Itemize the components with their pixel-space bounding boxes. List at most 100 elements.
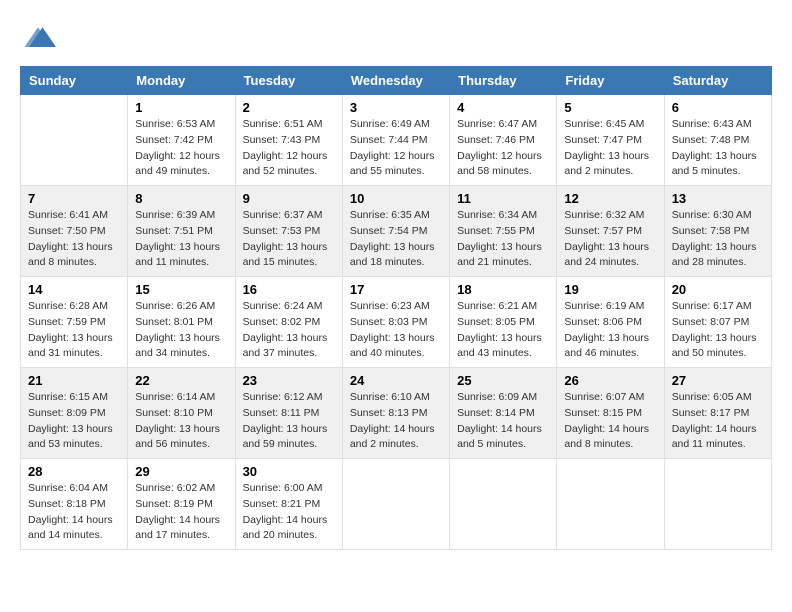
day-number: 8 (135, 191, 227, 206)
day-detail: Sunrise: 6:23 AMSunset: 8:03 PMDaylight:… (350, 299, 442, 362)
day-detail: Sunrise: 6:26 AMSunset: 8:01 PMDaylight:… (135, 299, 227, 362)
calendar-cell: 24Sunrise: 6:10 AMSunset: 8:13 PMDayligh… (342, 368, 449, 459)
calendar-cell: 23Sunrise: 6:12 AMSunset: 8:11 PMDayligh… (235, 368, 342, 459)
calendar-cell: 19 Sunrise: 6:19 AMSunset: 8:06 PMDayligh… (557, 277, 664, 368)
day-number: 21 (28, 373, 120, 388)
day-number: 19 (564, 282, 656, 297)
day-number: 20 (672, 282, 764, 297)
page-header (20, 20, 772, 56)
calendar-header-row: SundayMondayTuesdayWednesdayThursdayFrid… (21, 67, 772, 95)
calendar-cell (664, 459, 771, 550)
day-number: 18 (457, 282, 549, 297)
logo (20, 20, 60, 56)
calendar-cell: 2Sunrise: 6:51 AMSunset: 7:43 PMDaylight… (235, 95, 342, 186)
calendar-body: 1 Sunrise: 6:53 AMSunset: 7:42 PMDaylight… (21, 95, 772, 550)
day-number: 27 (672, 373, 764, 388)
day-detail: Sunrise: 6:05 AMSunset: 8:17 PMDaylight:… (672, 390, 764, 453)
weekday-header-monday: Monday (128, 67, 235, 95)
day-number: 12 (564, 191, 656, 206)
day-number: 6 (672, 100, 764, 115)
calendar-week-row: 1 Sunrise: 6:53 AMSunset: 7:42 PMDaylight… (21, 95, 772, 186)
day-detail: Sunrise: 6:53 AMSunset: 7:42 PMDaylight:… (135, 117, 227, 180)
calendar-cell: 7 Sunrise: 6:41 AMSunset: 7:50 PMDaylight… (21, 186, 128, 277)
weekday-header-friday: Friday (557, 67, 664, 95)
calendar-cell: 1 Sunrise: 6:53 AMSunset: 7:42 PMDaylight… (128, 95, 235, 186)
day-detail: Sunrise: 6:10 AMSunset: 8:13 PMDaylight:… (350, 390, 442, 453)
day-detail: Sunrise: 6:14 AMSunset: 8:10 PMDaylight:… (135, 390, 227, 453)
weekday-header-sunday: Sunday (21, 67, 128, 95)
day-number: 30 (243, 464, 335, 479)
day-detail: Sunrise: 6:32 AMSunset: 7:57 PMDaylight:… (564, 208, 656, 271)
calendar-cell: 4 Sunrise: 6:47 AMSunset: 7:46 PMDaylight… (450, 95, 557, 186)
day-detail: Sunrise: 6:34 AMSunset: 7:55 PMDaylight:… (457, 208, 549, 271)
day-detail: Sunrise: 6:09 AMSunset: 8:14 PMDaylight:… (457, 390, 549, 453)
day-number: 23 (243, 373, 335, 388)
logo-icon (20, 20, 56, 56)
day-number: 4 (457, 100, 549, 115)
day-detail: Sunrise: 6:43 AMSunset: 7:48 PMDaylight:… (672, 117, 764, 180)
day-number: 3 (350, 100, 442, 115)
day-detail: Sunrise: 6:19 AMSunset: 8:06 PMDaylight:… (564, 299, 656, 362)
day-number: 7 (28, 191, 120, 206)
weekday-header-wednesday: Wednesday (342, 67, 449, 95)
day-detail: Sunrise: 6:30 AMSunset: 7:58 PMDaylight:… (672, 208, 764, 271)
day-detail: Sunrise: 6:04 AMSunset: 8:18 PMDaylight:… (28, 481, 120, 544)
calendar-cell: 21 Sunrise: 6:15 AMSunset: 8:09 PMDayligh… (21, 368, 128, 459)
calendar-cell: 15 Sunrise: 6:26 AMSunset: 8:01 PMDayligh… (128, 277, 235, 368)
day-number: 15 (135, 282, 227, 297)
day-number: 11 (457, 191, 549, 206)
day-number: 10 (350, 191, 442, 206)
calendar-table: SundayMondayTuesdayWednesdayThursdayFrid… (20, 66, 772, 550)
day-detail: Sunrise: 6:07 AMSunset: 8:15 PMDaylight:… (564, 390, 656, 453)
calendar-cell: 14 Sunrise: 6:28 AMSunset: 7:59 PMDayligh… (21, 277, 128, 368)
day-number: 28 (28, 464, 120, 479)
day-detail: Sunrise: 6:28 AMSunset: 7:59 PMDaylight:… (28, 299, 120, 362)
calendar-week-row: 21 Sunrise: 6:15 AMSunset: 8:09 PMDayligh… (21, 368, 772, 459)
day-detail: Sunrise: 6:47 AMSunset: 7:46 PMDaylight:… (457, 117, 549, 180)
calendar-cell: 11 Sunrise: 6:34 AMSunset: 7:55 PMDayligh… (450, 186, 557, 277)
calendar-cell: 26 Sunrise: 6:07 AMSunset: 8:15 PMDayligh… (557, 368, 664, 459)
calendar-cell: 20 Sunrise: 6:17 AMSunset: 8:07 PMDayligh… (664, 277, 771, 368)
day-number: 14 (28, 282, 120, 297)
calendar-week-row: 28 Sunrise: 6:04 AMSunset: 8:18 PMDayligh… (21, 459, 772, 550)
day-detail: Sunrise: 6:02 AMSunset: 8:19 PMDaylight:… (135, 481, 227, 544)
day-number: 9 (243, 191, 335, 206)
day-detail: Sunrise: 6:24 AMSunset: 8:02 PMDaylight:… (243, 299, 335, 362)
calendar-cell: 17 Sunrise: 6:23 AMSunset: 8:03 PMDayligh… (342, 277, 449, 368)
calendar-cell (21, 95, 128, 186)
calendar-cell: 3 Sunrise: 6:49 AMSunset: 7:44 PMDaylight… (342, 95, 449, 186)
day-number: 1 (135, 100, 227, 115)
day-detail: Sunrise: 6:49 AMSunset: 7:44 PMDaylight:… (350, 117, 442, 180)
day-number: 26 (564, 373, 656, 388)
calendar-cell: 28 Sunrise: 6:04 AMSunset: 8:18 PMDayligh… (21, 459, 128, 550)
calendar-cell: 25 Sunrise: 6:09 AMSunset: 8:14 PMDayligh… (450, 368, 557, 459)
calendar-cell: 10 Sunrise: 6:35 AMSunset: 7:54 PMDayligh… (342, 186, 449, 277)
day-number: 29 (135, 464, 227, 479)
calendar-cell: 9 Sunrise: 6:37 AMSunset: 7:53 PMDaylight… (235, 186, 342, 277)
day-number: 2 (243, 100, 335, 115)
day-detail: Sunrise: 6:41 AMSunset: 7:50 PMDaylight:… (28, 208, 120, 271)
calendar-cell (557, 459, 664, 550)
calendar-cell: 16 Sunrise: 6:24 AMSunset: 8:02 PMDayligh… (235, 277, 342, 368)
day-number: 16 (243, 282, 335, 297)
calendar-cell: 27 Sunrise: 6:05 AMSunset: 8:17 PMDayligh… (664, 368, 771, 459)
calendar-week-row: 14 Sunrise: 6:28 AMSunset: 7:59 PMDayligh… (21, 277, 772, 368)
weekday-header-tuesday: Tuesday (235, 67, 342, 95)
calendar-week-row: 7 Sunrise: 6:41 AMSunset: 7:50 PMDaylight… (21, 186, 772, 277)
day-detail: Sunrise: 6:45 AMSunset: 7:47 PMDaylight:… (564, 117, 656, 180)
day-number: 25 (457, 373, 549, 388)
calendar-cell: 29 Sunrise: 6:02 AMSunset: 8:19 PMDayligh… (128, 459, 235, 550)
calendar-cell: 6 Sunrise: 6:43 AMSunset: 7:48 PMDaylight… (664, 95, 771, 186)
day-detail: Sunrise: 6:00 AMSunset: 8:21 PMDaylight:… (243, 481, 335, 544)
weekday-header-saturday: Saturday (664, 67, 771, 95)
day-detail: Sunrise: 6:35 AMSunset: 7:54 PMDaylight:… (350, 208, 442, 271)
day-detail: Sunrise: 6:37 AMSunset: 7:53 PMDaylight:… (243, 208, 335, 271)
day-detail: Sunrise: 6:15 AMSunset: 8:09 PMDaylight:… (28, 390, 120, 453)
calendar-cell: 8Sunrise: 6:39 AMSunset: 7:51 PMDaylight… (128, 186, 235, 277)
calendar-cell: 18 Sunrise: 6:21 AMSunset: 8:05 PMDayligh… (450, 277, 557, 368)
weekday-header-thursday: Thursday (450, 67, 557, 95)
day-detail: Sunrise: 6:17 AMSunset: 8:07 PMDaylight:… (672, 299, 764, 362)
day-detail: Sunrise: 6:21 AMSunset: 8:05 PMDaylight:… (457, 299, 549, 362)
calendar-cell (342, 459, 449, 550)
day-number: 17 (350, 282, 442, 297)
